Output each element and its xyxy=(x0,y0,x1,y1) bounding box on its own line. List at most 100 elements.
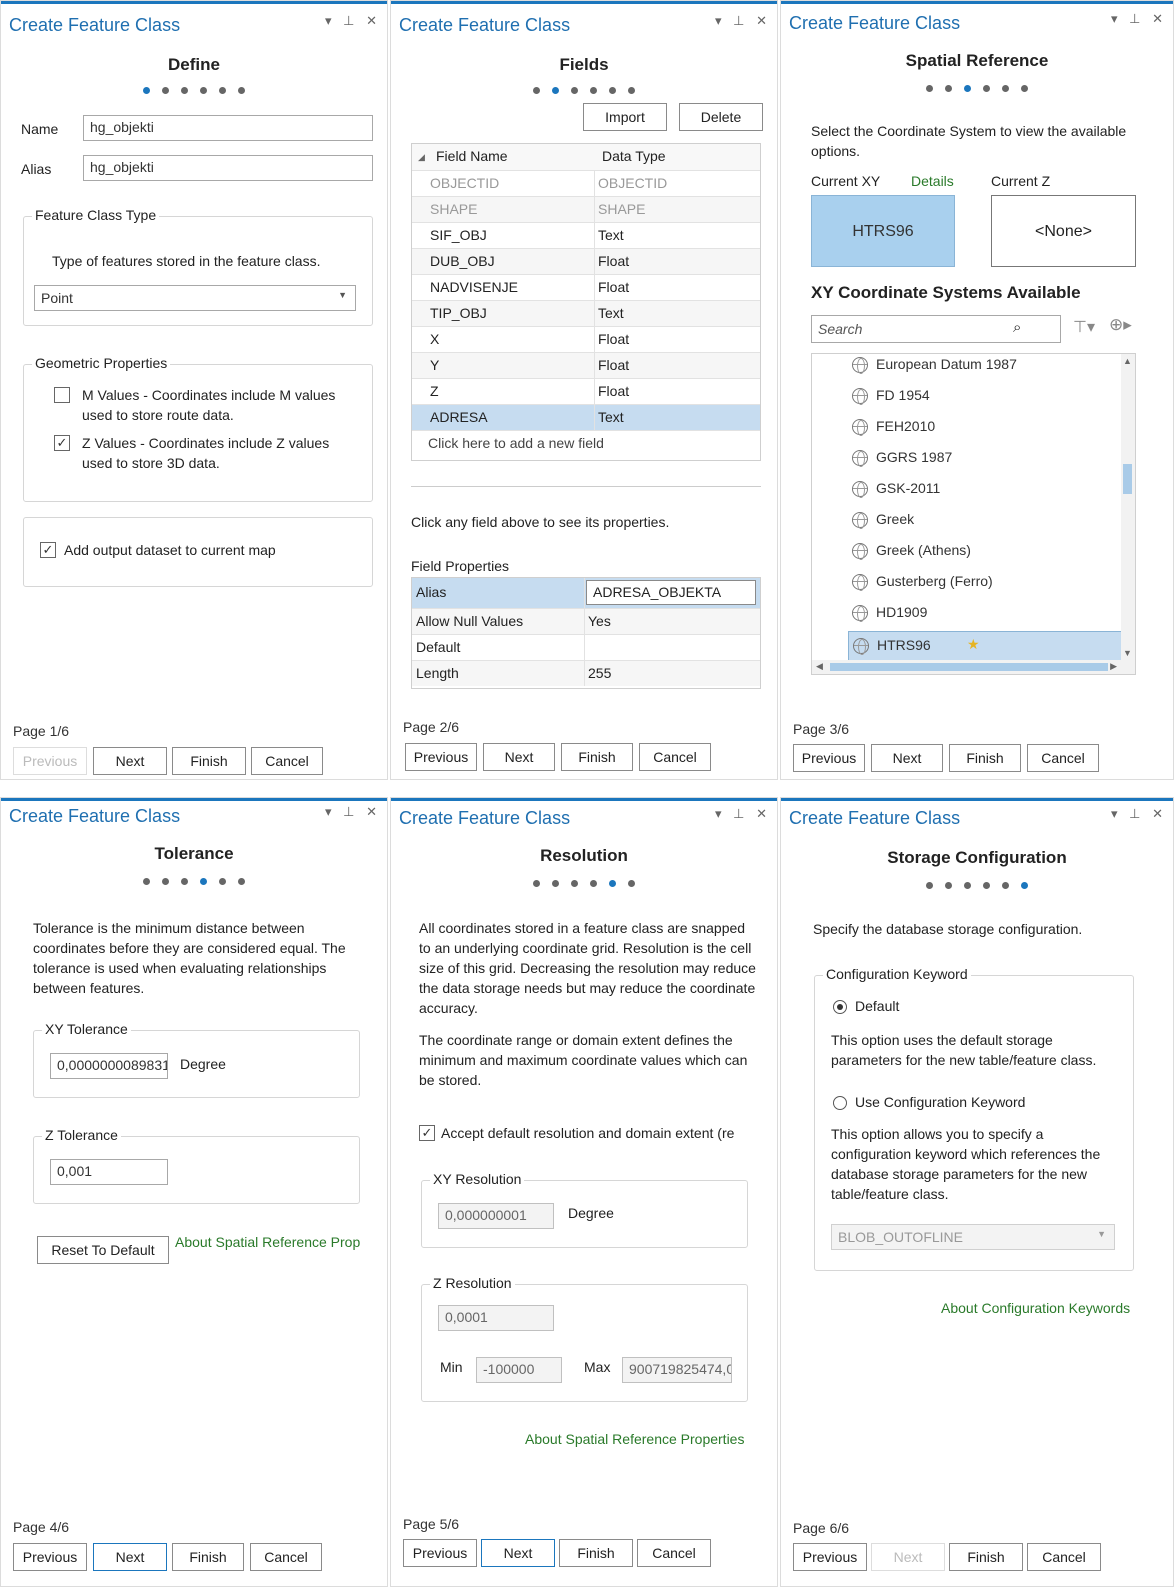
current-z-box[interactable]: <None> xyxy=(991,195,1136,267)
scroll-right-icon[interactable]: ▶ xyxy=(1110,661,1117,672)
finish-button[interactable]: Finish xyxy=(172,747,246,775)
xy-resolution-input[interactable]: 0,000000001 xyxy=(438,1203,554,1229)
pin-icon[interactable]: ▾ ⊥ ✕ xyxy=(325,13,381,28)
pane-controls[interactable]: ▾ ⊥ ✕ xyxy=(1111,806,1167,822)
use-keyword-radio[interactable] xyxy=(833,1096,847,1110)
step-dot-6[interactable] xyxy=(238,87,245,94)
step-dot-4[interactable] xyxy=(200,878,207,885)
step-dot-2[interactable] xyxy=(945,882,952,889)
next-button[interactable]: Next xyxy=(871,744,943,772)
about-configuration-keywords-link[interactable]: About Configuration Keywords xyxy=(941,1300,1130,1316)
step-dot-1[interactable] xyxy=(533,880,540,887)
step-dot-3[interactable] xyxy=(571,880,578,887)
sort-icon[interactable]: ◢ xyxy=(418,152,425,163)
step-dot-6[interactable] xyxy=(628,87,635,94)
next-button[interactable]: Next xyxy=(483,743,555,771)
cancel-button[interactable]: Cancel xyxy=(1027,1543,1101,1571)
pane-controls[interactable]: ▾ ⊥ ✕ xyxy=(325,13,381,29)
filter-icon[interactable]: ⊤▾ xyxy=(1073,317,1095,337)
field-row[interactable]: TIP_OBJ Text xyxy=(412,300,760,326)
cancel-button[interactable]: Cancel xyxy=(1027,744,1099,772)
about-spatial-reference-link[interactable]: About Spatial Reference Properties xyxy=(525,1431,744,1447)
field-row[interactable]: SIF_OBJ Text xyxy=(412,222,760,248)
previous-button[interactable]: Previous xyxy=(405,743,477,771)
coordinate-system-item[interactable]: Greek xyxy=(852,511,1112,531)
pin-icon[interactable]: ▾ ⊥ ✕ xyxy=(715,13,771,28)
step-dot-6[interactable] xyxy=(1021,882,1028,889)
feature-type-select[interactable]: Point ▼ xyxy=(34,285,356,311)
scroll-down-icon[interactable]: ▼ xyxy=(1123,648,1132,658)
z-resolution-input[interactable]: 0,0001 xyxy=(438,1305,554,1331)
horizontal-scrollbar[interactable]: ◀ ▶ xyxy=(812,660,1135,674)
step-dot-6[interactable] xyxy=(238,878,245,885)
finish-button[interactable]: Finish xyxy=(172,1543,244,1571)
pane-controls[interactable]: ▾ ⊥ ✕ xyxy=(1111,11,1167,27)
cancel-button[interactable]: Cancel xyxy=(251,747,323,775)
finish-button[interactable]: Finish xyxy=(559,1539,633,1567)
next-button[interactable]: Next xyxy=(93,1543,167,1571)
cancel-button[interactable]: Cancel xyxy=(250,1543,322,1571)
property-row[interactable]: Default xyxy=(412,634,760,660)
default-radio[interactable] xyxy=(833,1000,847,1014)
step-dot-4[interactable] xyxy=(590,87,597,94)
scroll-up-icon[interactable]: ▲ xyxy=(1123,356,1132,366)
favorite-star-icon[interactable]: ★ xyxy=(967,636,980,653)
previous-button[interactable]: Previous xyxy=(403,1539,477,1567)
accept-default-checkbox[interactable]: ✓ xyxy=(419,1125,435,1141)
alias-input[interactable]: hg_objekti xyxy=(83,155,373,181)
step-dot-5[interactable] xyxy=(1002,882,1009,889)
max-input[interactable]: 900719825474,0 xyxy=(622,1357,732,1383)
min-input[interactable]: -100000 xyxy=(476,1357,562,1383)
pane-controls[interactable]: ▾ ⊥ ✕ xyxy=(715,13,771,29)
pin-icon[interactable]: ▾ ⊥ ✕ xyxy=(715,806,771,821)
coordinate-system-item[interactable]: FD 1954 xyxy=(852,387,1112,407)
step-dot-1[interactable] xyxy=(926,882,933,889)
step-dot-3[interactable] xyxy=(964,85,971,92)
step-dot-2[interactable] xyxy=(552,880,559,887)
next-button[interactable]: Next xyxy=(481,1539,555,1567)
import-button[interactable]: Import xyxy=(583,103,667,131)
col-data-type[interactable]: Data Type xyxy=(602,148,666,164)
coordinate-system-item[interactable]: GSK-2011 xyxy=(852,480,1112,500)
cancel-button[interactable]: Cancel xyxy=(639,743,711,771)
vertical-scrollbar[interactable]: ▲ ▼ xyxy=(1121,354,1135,660)
next-button[interactable]: Next xyxy=(871,1543,945,1571)
z-tolerance-input[interactable]: 0,001 xyxy=(50,1159,168,1185)
step-dot-2[interactable] xyxy=(162,878,169,885)
scroll-thumb[interactable] xyxy=(1123,464,1132,494)
search-icon[interactable]: ⌕ xyxy=(1013,319,1021,336)
previous-button[interactable]: Previous xyxy=(793,1543,867,1571)
scroll-thumb-h[interactable] xyxy=(830,663,1108,671)
step-dot-5[interactable] xyxy=(1002,85,1009,92)
next-button[interactable]: Next xyxy=(93,747,167,775)
z-values-checkbox[interactable]: ✓ xyxy=(54,435,70,451)
property-row[interactable]: Alias ADRESA_OBJEKTA xyxy=(412,578,760,608)
add-field-row[interactable]: Click here to add a new field xyxy=(412,430,760,456)
step-dot-2[interactable] xyxy=(162,87,169,94)
pane-controls[interactable]: ▾ ⊥ ✕ xyxy=(325,804,381,820)
search-input[interactable]: Search xyxy=(811,315,1061,343)
step-dot-4[interactable] xyxy=(200,87,207,94)
add-output-checkbox[interactable]: ✓ xyxy=(40,542,56,558)
step-dot-4[interactable] xyxy=(590,880,597,887)
field-row[interactable]: Z Float xyxy=(412,378,760,404)
step-dot-5[interactable] xyxy=(609,87,616,94)
add-globe-icon[interactable]: ⊕▸ xyxy=(1109,315,1132,335)
step-dot-2[interactable] xyxy=(552,87,559,94)
previous-button[interactable]: Previous xyxy=(13,747,87,775)
step-dot-5[interactable] xyxy=(219,87,226,94)
coordinate-system-item[interactable]: European Datum 1987 xyxy=(852,356,1112,376)
current-xy-box[interactable]: HTRS96 xyxy=(811,195,955,267)
field-row[interactable]: OBJECTID OBJECTID xyxy=(412,170,760,196)
step-dot-3[interactable] xyxy=(181,87,188,94)
step-dot-4[interactable] xyxy=(983,882,990,889)
field-row[interactable]: SHAPE SHAPE xyxy=(412,196,760,222)
details-link[interactable]: Details xyxy=(911,173,954,189)
pin-icon[interactable]: ▾ ⊥ ✕ xyxy=(1111,11,1167,26)
coordinate-system-item[interactable]: GGRS 1987 xyxy=(852,449,1112,469)
step-dot-1[interactable] xyxy=(143,87,150,94)
coordinate-system-item[interactable]: HD1909 xyxy=(852,604,1112,624)
field-row[interactable]: NADVISENJE Float xyxy=(412,274,760,300)
step-dot-1[interactable] xyxy=(143,878,150,885)
finish-button[interactable]: Finish xyxy=(949,1543,1023,1571)
